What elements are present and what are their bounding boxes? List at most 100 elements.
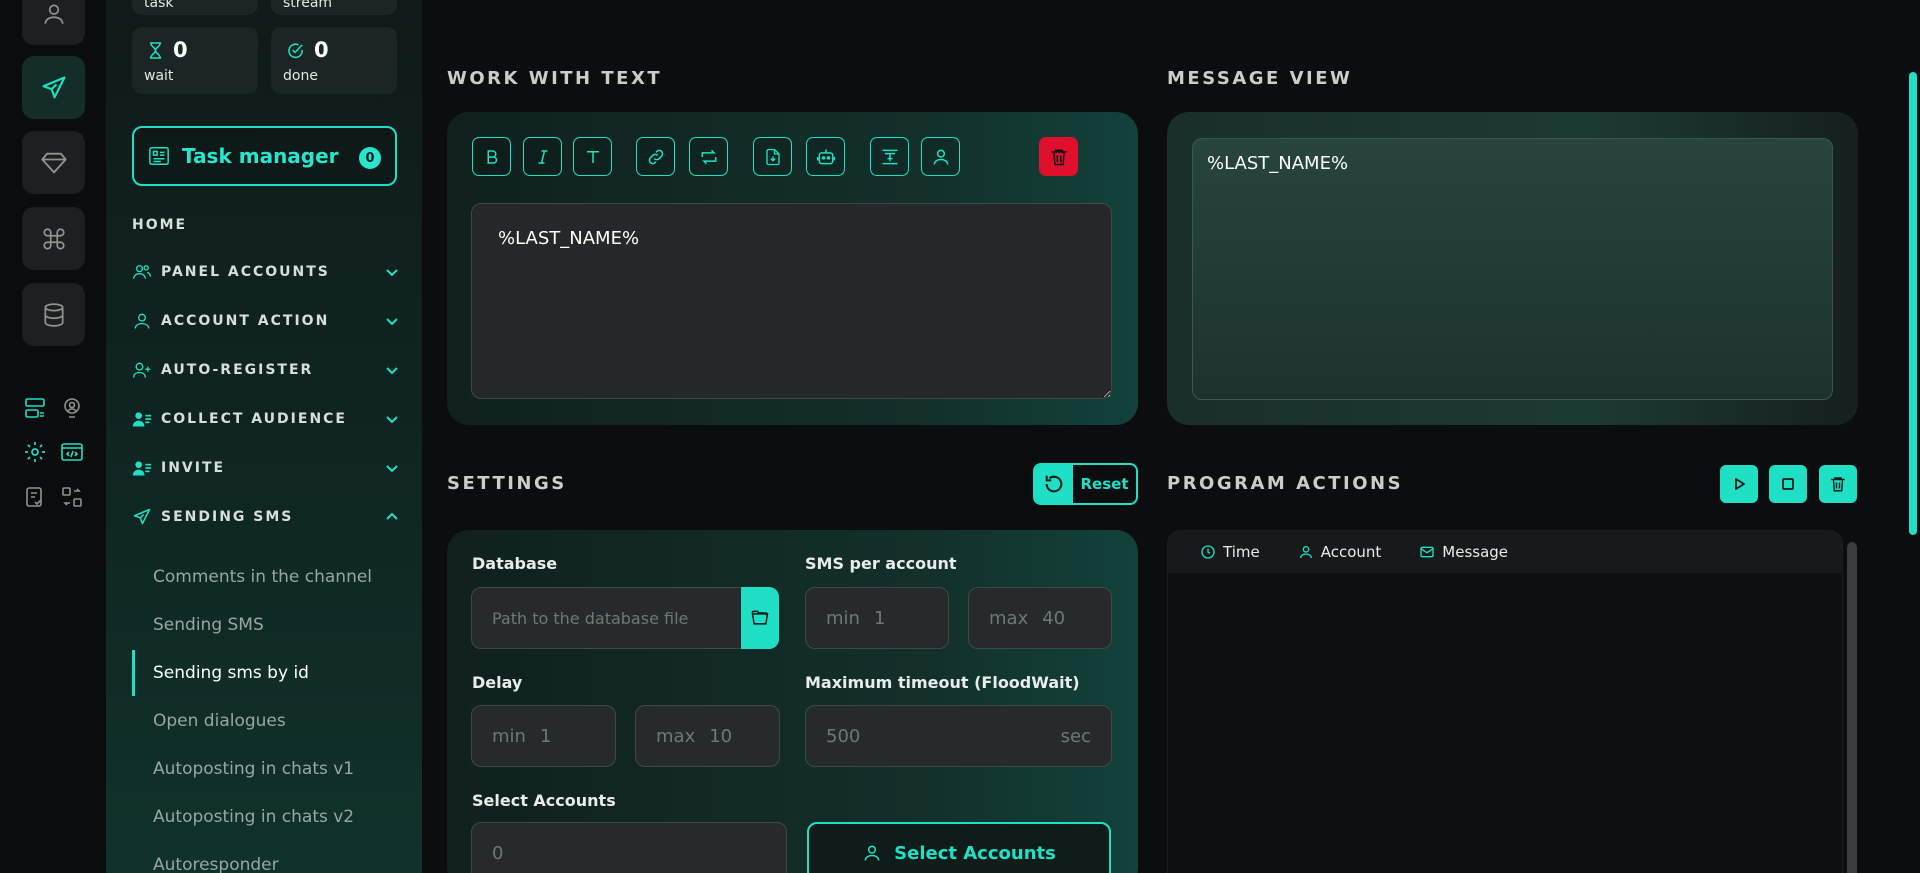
user-pin-icon[interactable] bbox=[59, 395, 85, 421]
task-count-badge: 0 bbox=[359, 147, 381, 169]
delay-min-input[interactable]: min 1 bbox=[471, 705, 616, 767]
sub-autoposting-v1[interactable]: Autoposting in chats v1 bbox=[153, 759, 354, 779]
user-list-icon bbox=[132, 409, 152, 429]
chevron-down-icon[interactable] bbox=[384, 313, 400, 329]
nav-sending-sms[interactable]: SENDING SMS bbox=[132, 505, 400, 529]
send-icon bbox=[40, 74, 68, 102]
user-variable-button[interactable] bbox=[921, 137, 960, 176]
min-prefix: min bbox=[492, 725, 526, 747]
app-root: task stream 0 wait 0 done Task manager 0… bbox=[0, 0, 1920, 873]
gear-icon[interactable] bbox=[22, 439, 48, 465]
nav-panel-accounts[interactable]: PANEL ACCOUNTS bbox=[132, 260, 400, 284]
sms-per-account-label: SMS per account bbox=[805, 554, 957, 573]
icon-rail bbox=[0, 0, 106, 873]
trash-icon bbox=[1049, 146, 1069, 168]
start-button[interactable] bbox=[1720, 465, 1758, 503]
user-icon bbox=[862, 843, 882, 863]
swap-icon[interactable] bbox=[59, 484, 85, 510]
database-path-input[interactable]: Path to the database file bbox=[471, 587, 743, 649]
browse-database-button[interactable] bbox=[741, 587, 779, 649]
user-plus-icon bbox=[132, 360, 152, 380]
text-button[interactable] bbox=[573, 137, 612, 176]
log-column-label: Account bbox=[1320, 543, 1382, 561]
nav-invite[interactable]: INVITE bbox=[132, 456, 400, 480]
task-manager-button[interactable]: Task manager 0 bbox=[132, 126, 397, 186]
select-accounts-button[interactable]: Select Accounts bbox=[807, 822, 1111, 873]
delay-min-value: 1 bbox=[539, 725, 552, 747]
log-column-time: Time bbox=[1200, 543, 1260, 561]
nav-home[interactable]: HOME bbox=[132, 217, 187, 233]
code-window-icon[interactable] bbox=[59, 439, 85, 465]
sub-autoresponder[interactable]: Autoresponder bbox=[153, 855, 279, 873]
chevron-down-icon[interactable] bbox=[384, 411, 400, 427]
sidebar: task stream 0 wait 0 done Task manager 0… bbox=[106, 0, 422, 873]
sub-sending-sms[interactable]: Sending SMS bbox=[153, 615, 264, 635]
sub-comments-in-channel[interactable]: Comments in the channel bbox=[153, 567, 372, 587]
log-column-label: Time bbox=[1223, 543, 1260, 561]
delay-max-input[interactable]: max 10 bbox=[635, 705, 780, 767]
nav-collect-audience[interactable]: COLLECT AUDIENCE bbox=[132, 407, 400, 431]
nav-label: COLLECT AUDIENCE bbox=[161, 411, 347, 427]
link-icon bbox=[646, 147, 666, 167]
sub-autoposting-v2[interactable]: Autoposting in chats v2 bbox=[153, 807, 354, 827]
chevron-up-icon[interactable] bbox=[384, 509, 400, 525]
select-accounts-button-label: Select Accounts bbox=[894, 842, 1056, 864]
stat-done: 0 done bbox=[271, 27, 397, 94]
nav-account-action[interactable]: ACCOUNT ACTION bbox=[132, 309, 400, 333]
check-circle-icon bbox=[287, 42, 304, 59]
stat-stream: stream bbox=[271, 0, 397, 15]
rail-command-button[interactable] bbox=[22, 207, 85, 270]
rail-premium-button[interactable] bbox=[22, 131, 85, 194]
chevron-down-icon[interactable] bbox=[384, 362, 400, 378]
clear-text-button[interactable] bbox=[1039, 137, 1078, 176]
repeat-icon bbox=[698, 147, 720, 167]
file-import-button[interactable] bbox=[753, 137, 792, 176]
checklist-icon[interactable] bbox=[22, 484, 48, 510]
bold-icon bbox=[483, 148, 501, 166]
nav-label: PANEL ACCOUNTS bbox=[161, 264, 330, 280]
text-format-button[interactable] bbox=[870, 137, 909, 176]
mail-icon bbox=[1419, 544, 1435, 560]
stat-wait: 0 wait bbox=[132, 27, 258, 94]
sms-min-value: 1 bbox=[873, 607, 886, 629]
min-prefix: min bbox=[826, 607, 860, 629]
delay-label: Delay bbox=[472, 673, 523, 692]
user-icon bbox=[931, 147, 951, 167]
log-column-message: Message bbox=[1419, 543, 1508, 561]
user-list-icon bbox=[132, 458, 152, 478]
chevron-down-icon[interactable] bbox=[384, 264, 400, 280]
rail-database-button[interactable] bbox=[22, 283, 85, 346]
work-with-text-title: WORK WITH TEXT bbox=[447, 68, 663, 89]
repeat-button[interactable] bbox=[689, 137, 728, 176]
bold-button[interactable] bbox=[472, 137, 511, 176]
sub-sending-sms-by-id[interactable]: Sending sms by id bbox=[153, 663, 309, 683]
server-list-icon[interactable] bbox=[22, 395, 48, 421]
rail-profile-button[interactable] bbox=[22, 0, 85, 45]
sms-max-input[interactable]: max 40 bbox=[968, 587, 1112, 649]
clear-log-button[interactable] bbox=[1819, 465, 1857, 503]
message-textarea[interactable]: %LAST_NAME% bbox=[471, 203, 1112, 399]
database-icon bbox=[41, 302, 67, 328]
user-icon bbox=[41, 1, 67, 27]
chevron-down-icon[interactable] bbox=[384, 460, 400, 476]
task-board-icon bbox=[148, 145, 170, 167]
rail-send-button[interactable] bbox=[22, 56, 85, 119]
reset-button[interactable]: Reset bbox=[1033, 463, 1138, 505]
user-icon bbox=[1298, 544, 1314, 560]
sms-min-input[interactable]: min 1 bbox=[805, 587, 949, 649]
italic-button[interactable] bbox=[523, 137, 562, 176]
max-prefix: max bbox=[656, 725, 696, 747]
timeout-value: 500 bbox=[826, 725, 861, 747]
send-icon bbox=[132, 507, 152, 527]
link-button[interactable] bbox=[636, 137, 675, 176]
log-scrollbar[interactable] bbox=[1847, 542, 1857, 873]
page-scrollbar[interactable] bbox=[1909, 72, 1917, 535]
nav-auto-register[interactable]: AUTO-REGISTER bbox=[132, 358, 400, 382]
accounts-count-input[interactable]: 0 bbox=[471, 822, 787, 873]
robot-button[interactable] bbox=[806, 137, 845, 176]
sub-open-dialogues[interactable]: Open dialogues bbox=[153, 711, 286, 731]
nav-label: ACCOUNT ACTION bbox=[161, 313, 330, 329]
timeout-input[interactable]: 500 sec bbox=[805, 705, 1112, 767]
stop-button[interactable] bbox=[1769, 465, 1807, 503]
reset-icon bbox=[1035, 465, 1073, 503]
